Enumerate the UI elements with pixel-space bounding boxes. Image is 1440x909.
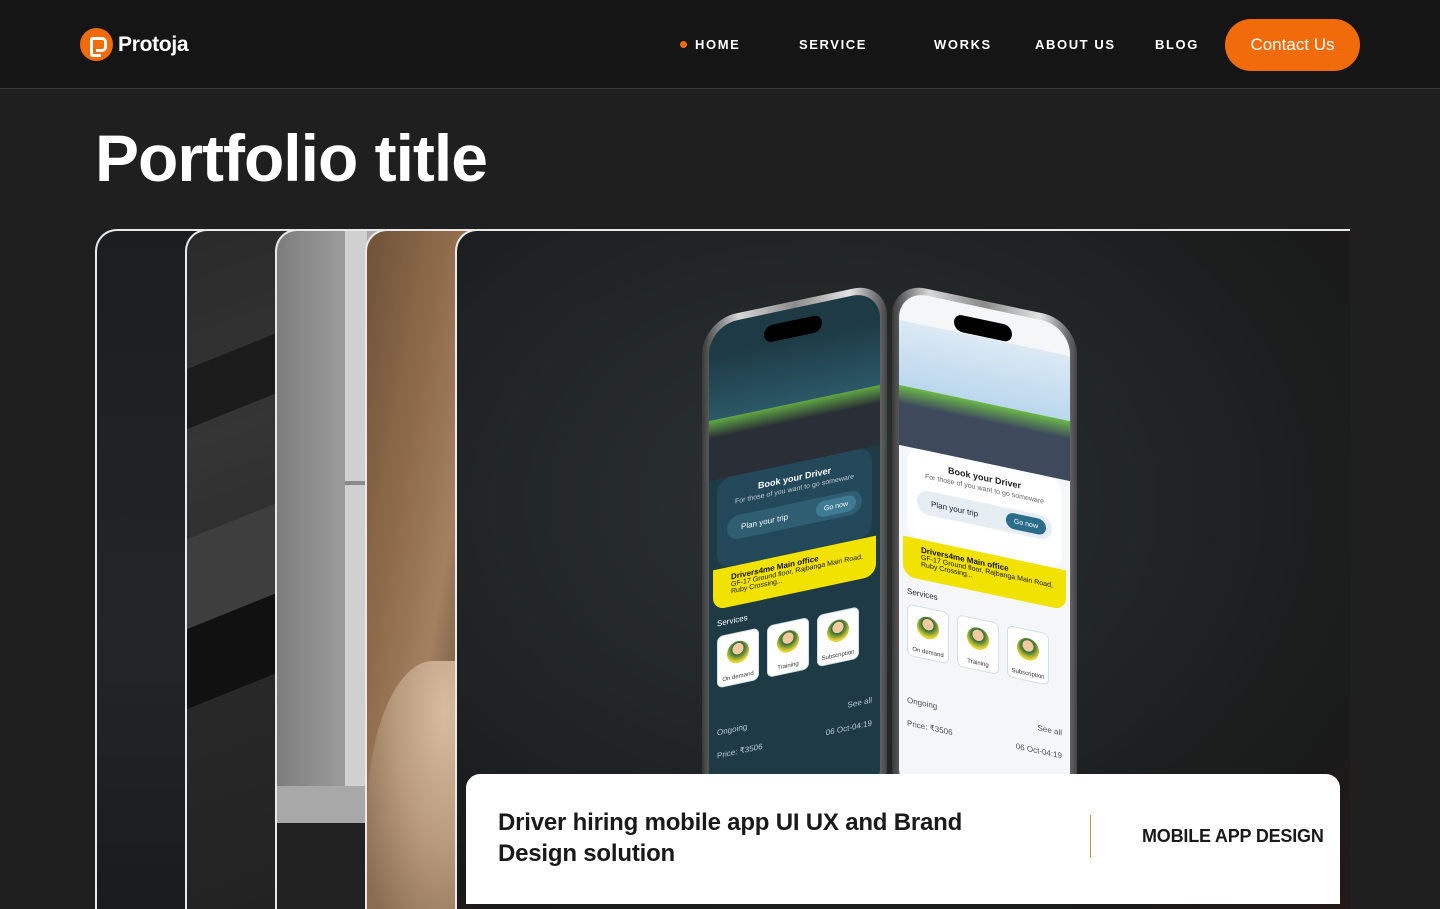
go-now-button: Go now	[815, 493, 856, 519]
service-on-demand: On demand	[907, 603, 949, 665]
top-navigation-bar: Protoja HOME SERVICE WORKS ABOUT US BLOG…	[0, 0, 1440, 89]
card-image-shape	[345, 231, 367, 796]
ongoing-section: Ongoing See all Price: ₹3506 06 Oct-04:19	[907, 682, 1062, 761]
services-label: Services	[907, 586, 938, 603]
brand-name: Protoja	[118, 32, 189, 56]
plan-trip-label: Plan your trip	[931, 499, 979, 519]
ongoing-label: Ongoing	[907, 695, 938, 711]
nav-item-home[interactable]: HOME	[695, 37, 740, 52]
card-image-shape	[345, 481, 367, 485]
go-now-button: Go now	[1005, 511, 1046, 537]
portfolio-info-card[interactable]: Driver hiring mobile app UI UX and Brand…	[466, 774, 1340, 904]
portfolio-item-title: Driver hiring mobile app UI UX and Brand…	[498, 809, 963, 867]
see-all-link: See all	[1037, 723, 1062, 738]
nav-item-about-us[interactable]: ABOUT US	[1035, 37, 1116, 52]
services-label: Services	[717, 612, 748, 629]
price-value: Price: ₹3506	[717, 741, 763, 761]
date-value: 06 Oct-04:19	[1015, 741, 1062, 761]
plan-trip-label: Plan your trip	[741, 511, 789, 531]
portfolio-item-category: MOBILE APP DESIGN	[1142, 826, 1324, 846]
phone-screen: Book your Driver For those of you want t…	[899, 289, 1070, 833]
contact-us-button[interactable]: Contact Us	[1225, 19, 1360, 71]
ongoing-label: Ongoing	[717, 722, 748, 738]
phone-mockup-light: Book your Driver For those of you want t…	[892, 281, 1077, 841]
phone-mockup-dark: Book your Driver For those of you want t…	[702, 281, 887, 841]
phone-screen: Book your Driver For those of you want t…	[709, 289, 880, 833]
see-all-link: See all	[847, 695, 872, 710]
nav-item-works[interactable]: WORKS	[934, 37, 992, 52]
price-value: Price: ₹3506	[907, 718, 953, 738]
ongoing-section: Ongoing See all Price: ₹3506 06 Oct-04:19	[717, 682, 872, 761]
card-image-shape	[187, 332, 277, 430]
service-training: Training	[957, 614, 999, 676]
date-value: 06 Oct-04:19	[825, 718, 872, 738]
service-subscription: Subscription	[817, 606, 859, 668]
nav-item-service[interactable]: SERVICE	[799, 37, 867, 52]
service-subscription: Subscription	[1007, 624, 1049, 686]
nav-item-blog[interactable]: BLOG	[1155, 37, 1199, 52]
brand-logo[interactable]: Protoja	[80, 28, 189, 61]
logo-icon	[80, 28, 113, 61]
service-on-demand: On demand	[717, 627, 759, 689]
active-nav-indicator	[680, 41, 687, 48]
info-divider	[1090, 815, 1091, 858]
page-title: Portfolio title	[95, 121, 488, 195]
service-training: Training	[767, 616, 809, 678]
